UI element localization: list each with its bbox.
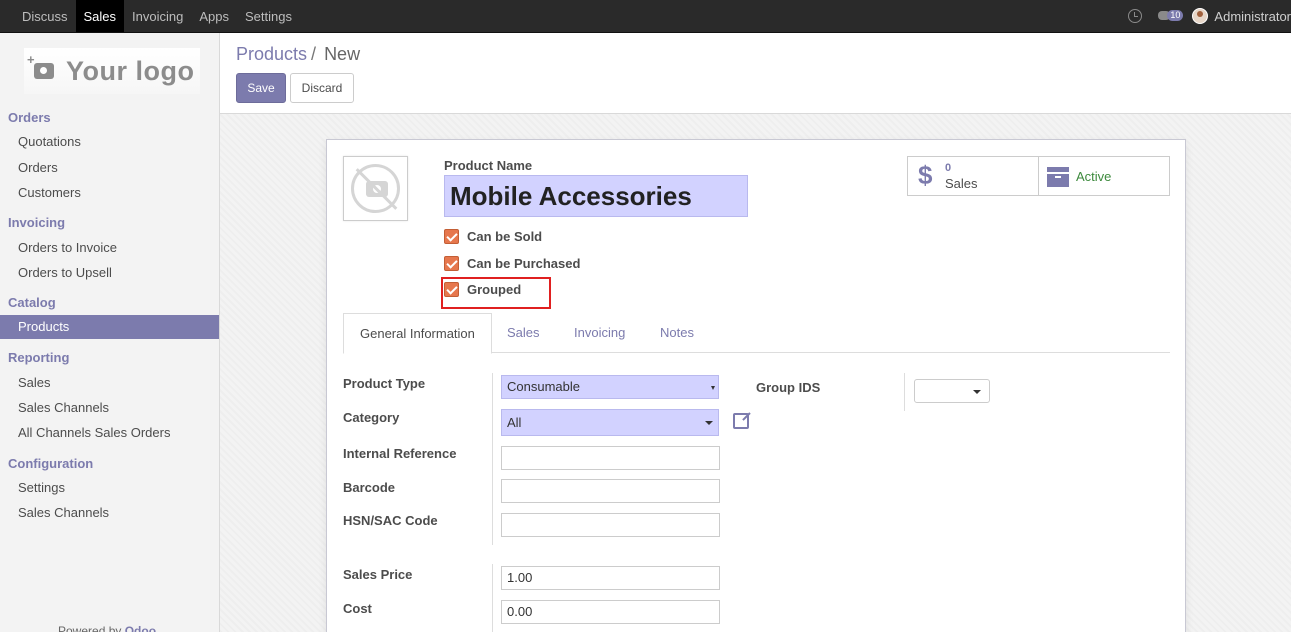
external-link-icon[interactable] xyxy=(733,413,749,429)
active-label: Active xyxy=(1076,169,1112,184)
breadcrumb: Products / New xyxy=(236,44,360,65)
product-name-label: Product Name xyxy=(444,158,533,173)
sidebar-item-sales-channels[interactable]: Sales Channels xyxy=(18,400,109,415)
company-logo[interactable]: Your logo xyxy=(24,48,200,94)
form-sheet: Product Name Mobile Accessories Can be S… xyxy=(326,139,1186,632)
category-label: Category xyxy=(343,410,400,425)
discard-button[interactable]: Discard xyxy=(290,73,354,103)
menu-invoicing[interactable]: Invoicing xyxy=(124,0,191,32)
menu-settings[interactable]: Settings xyxy=(237,0,300,32)
messaging-icon[interactable]: 10 xyxy=(1158,8,1184,24)
control-panel: Products / New Save Discard xyxy=(220,33,1291,114)
tab-invoicing[interactable]: Invoicing xyxy=(558,313,641,353)
can-be-purchased-row: Can be Purchased xyxy=(444,256,580,271)
tab-sales[interactable]: Sales xyxy=(491,313,556,353)
chevron-down-icon xyxy=(705,421,713,425)
chevron-down-icon xyxy=(711,386,715,390)
save-button[interactable]: Save xyxy=(236,73,286,103)
sidebar-item-config-sales-channels[interactable]: Sales Channels xyxy=(18,505,109,520)
archive-icon xyxy=(1047,167,1069,187)
sales-stat-button[interactable]: $ 0 Sales xyxy=(907,156,1039,196)
cost-label: Cost xyxy=(343,601,372,616)
can-be-purchased-label: Can be Purchased xyxy=(467,256,581,271)
sidebar: Your logo Orders Quotations Orders Custo… xyxy=(0,33,220,632)
user-avatar[interactable] xyxy=(1192,8,1209,24)
category-select[interactable]: All xyxy=(501,409,719,436)
sales-price-label: Sales Price xyxy=(343,567,413,582)
sales-price-input[interactable]: 1.00 xyxy=(501,566,720,590)
powered-prefix: Powered by xyxy=(58,624,122,632)
group-divider xyxy=(904,373,905,411)
sidebar-item-orders[interactable]: Orders xyxy=(18,160,58,175)
user-menu[interactable]: Administrator xyxy=(1214,9,1291,24)
activity-clock-icon[interactable] xyxy=(1128,9,1143,23)
app-menu: Discuss Sales Invoicing Apps Settings xyxy=(14,0,300,32)
group-ids-label: Group IDS xyxy=(756,380,821,395)
camera-plus-icon xyxy=(27,52,54,79)
sales-stat-label: Sales xyxy=(945,176,978,191)
sidebar-item-all-channels-sales-orders[interactable]: All Channels Sales Orders xyxy=(18,425,170,440)
can-be-sold-checkbox[interactable] xyxy=(444,229,459,244)
sidebar-section-catalog: Catalog xyxy=(8,295,56,310)
product-type-label: Product Type xyxy=(343,376,426,391)
internal-reference-input[interactable] xyxy=(501,446,720,470)
can-be-sold-label: Can be Sold xyxy=(467,229,543,244)
sidebar-section-orders: Orders xyxy=(8,110,51,125)
logo-text: Your logo xyxy=(66,55,195,86)
can-be-purchased-checkbox[interactable] xyxy=(444,256,459,271)
pricing-divider xyxy=(492,564,493,632)
hsn-sac-code-label: HSN/SAC Code xyxy=(343,513,438,528)
breadcrumb-current: New xyxy=(324,44,361,64)
menu-sales[interactable]: Sales xyxy=(75,0,125,32)
systray: 10 Administrator xyxy=(1128,0,1291,32)
sidebar-section-invoicing: Invoicing xyxy=(8,215,66,230)
field-divider xyxy=(492,373,493,545)
notebook-tabs: General Information Sales Invoicing Note… xyxy=(343,313,1170,354)
product-type-value: Consumable xyxy=(507,379,580,394)
sidebar-section-reporting: Reporting xyxy=(8,350,70,365)
active-toggle-button[interactable]: Active xyxy=(1038,156,1170,196)
product-image[interactable] xyxy=(343,156,408,221)
barcode-label: Barcode xyxy=(343,480,396,495)
menu-apps[interactable]: Apps xyxy=(191,0,237,32)
breadcrumb-products[interactable]: Products xyxy=(236,44,307,65)
hsn-sac-code-input[interactable] xyxy=(501,513,720,537)
dollar-icon: $ xyxy=(918,160,933,190)
sales-count: 0 xyxy=(945,162,952,174)
powered-by: Powered by Odoo xyxy=(58,624,156,632)
can-be-sold-row: Can be Sold xyxy=(444,229,542,244)
tab-notes[interactable]: Notes xyxy=(644,313,710,353)
sidebar-item-customers[interactable]: Customers xyxy=(18,185,81,200)
barcode-input[interactable] xyxy=(501,479,720,503)
menu-discuss[interactable]: Discuss xyxy=(14,0,76,32)
sidebar-section-configuration: Configuration xyxy=(8,456,94,471)
chevron-down-icon xyxy=(973,390,981,394)
sidebar-item-orders-to-invoice[interactable]: Orders to Invoice xyxy=(18,240,117,255)
sidebar-item-settings[interactable]: Settings xyxy=(18,480,65,495)
sidebar-item-orders-to-upsell[interactable]: Orders to Upsell xyxy=(18,265,112,280)
tab-general-information[interactable]: General Information xyxy=(343,313,492,354)
sidebar-item-products[interactable]: Products xyxy=(0,315,219,339)
group-ids-select[interactable] xyxy=(914,379,990,403)
breadcrumb-separator: / xyxy=(311,44,317,64)
cost-input[interactable]: 0.00 xyxy=(501,600,720,624)
top-navbar: Discuss Sales Invoicing Apps Settings 10… xyxy=(0,0,1291,33)
category-value: All xyxy=(507,415,522,430)
powered-brand-link[interactable]: Odoo xyxy=(125,624,156,632)
sidebar-item-reporting-sales[interactable]: Sales xyxy=(18,375,51,390)
product-type-select[interactable]: Consumable xyxy=(501,375,719,399)
sidebar-item-quotations[interactable]: Quotations xyxy=(18,134,81,149)
internal-reference-label: Internal Reference xyxy=(343,446,457,461)
product-name-input[interactable]: Mobile Accessories xyxy=(444,175,748,217)
grouped-highlight-box xyxy=(441,277,551,309)
chat-badge: 10 xyxy=(1167,10,1184,21)
